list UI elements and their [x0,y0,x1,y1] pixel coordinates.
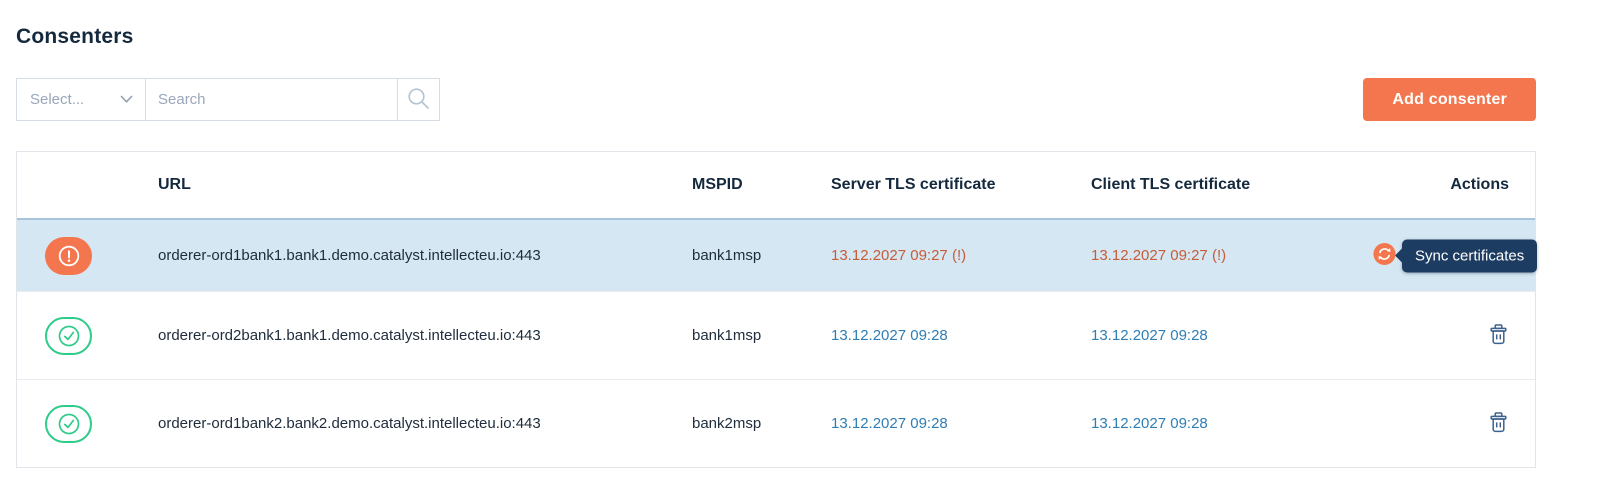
column-header-client-tls: Client TLS certificate [1091,176,1251,193]
trash-icon [1488,411,1509,437]
cell-mspid: bank2msp [692,415,762,432]
cell-client-cert: 13.12.2027 09:28 [1091,327,1208,344]
cell-url: orderer-ord1bank2.bank2.demo.catalyst.in… [158,415,541,432]
filter-group: Select... [16,78,440,121]
cell-server-cert: 13.12.2027 09:28 [831,415,948,432]
search-input[interactable] [146,79,397,120]
consenters-table: URL MSPID Server TLS certificate Client … [16,151,1538,468]
table-row[interactable]: orderer-ord2bank1.bank1.demo.catalyst.in… [17,291,1535,379]
page-title: Consenters [16,25,134,48]
column-header-mspid: MSPID [692,176,743,193]
delete-consenter-button[interactable] [1487,411,1509,437]
trash-icon [1488,323,1509,349]
table-row[interactable]: orderer-ord1bank1.bank1.demo.catalyst.in… [17,218,1538,291]
cell-client-cert: 13.12.2027 09:28 [1091,415,1208,432]
column-header-actions: Actions [1450,176,1509,193]
status-warning-icon [45,236,92,275]
cell-server-cert: 13.12.2027 09:28 [831,327,948,344]
consenters-page: Consenters Select... Add consenter URL [0,0,1600,468]
column-header-server-tls: Server TLS certificate [831,176,996,193]
sync-icon [1373,242,1396,269]
column-header-url: URL [158,176,191,193]
tooltip-arrow-icon [1395,247,1403,264]
cell-client-cert: 13.12.2027 09:27 (!) [1091,247,1227,264]
sync-certificates-button[interactable] [1373,242,1396,269]
cell-server-cert: 13.12.2027 09:27 (!) [831,247,967,264]
status-ok-icon [45,316,92,355]
table-row[interactable]: orderer-ord1bank2.bank2.demo.catalyst.in… [17,379,1535,467]
search-button[interactable] [397,78,440,121]
chevron-down-icon [120,91,133,109]
toolbar: Select... Add consenter [16,78,1536,121]
cell-url: orderer-ord1bank1.bank1.demo.catalyst.in… [158,247,541,264]
table-header-row: URL MSPID Server TLS certificate Client … [17,152,1535,218]
filter-select-value: Select... [30,91,85,108]
delete-consenter-button[interactable] [1487,323,1509,349]
sync-certificates-tooltip: Sync certificates [1395,239,1538,272]
cell-mspid: bank1msp [692,247,762,264]
cell-mspid: bank1msp [692,327,762,344]
tooltip-label: Sync certificates [1415,247,1525,264]
search-icon [406,86,431,114]
status-ok-icon [45,404,92,443]
filter-select[interactable]: Select... [16,78,146,121]
cell-url: orderer-ord2bank1.bank1.demo.catalyst.in… [158,327,541,344]
search-field [146,78,398,121]
add-consenter-button[interactable]: Add consenter [1363,78,1536,121]
